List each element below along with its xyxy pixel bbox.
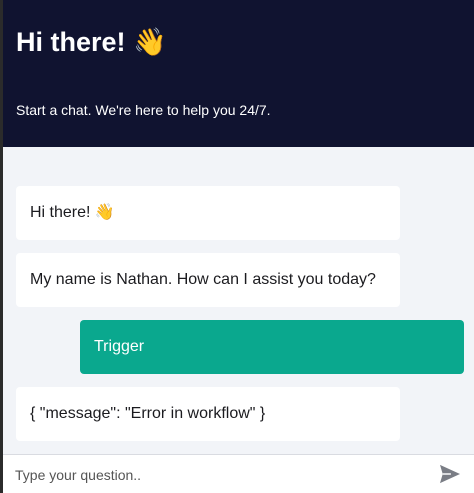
bot-message: { "message": "Error in workflow" }: [16, 387, 400, 441]
send-button[interactable]: [439, 464, 461, 484]
send-icon: [440, 464, 460, 484]
question-input[interactable]: [13, 463, 417, 487]
bot-message: My name is Nathan. How can I assist you …: [16, 253, 400, 307]
chat-header: Hi there! 👋 Start a chat. We're here to …: [3, 0, 474, 147]
chat-input-bar: [3, 454, 474, 493]
header-title: Hi there! 👋: [16, 27, 167, 57]
chat-widget: Hi there! 👋 Start a chat. We're here to …: [3, 0, 474, 493]
bot-message: Hi there! 👋: [16, 186, 400, 240]
user-message: Trigger: [80, 320, 464, 374]
header-subtitle: Start a chat. We're here to help you 24/…: [16, 102, 271, 118]
message-list: Hi there! 👋 My name is Nathan. How can I…: [3, 147, 474, 454]
